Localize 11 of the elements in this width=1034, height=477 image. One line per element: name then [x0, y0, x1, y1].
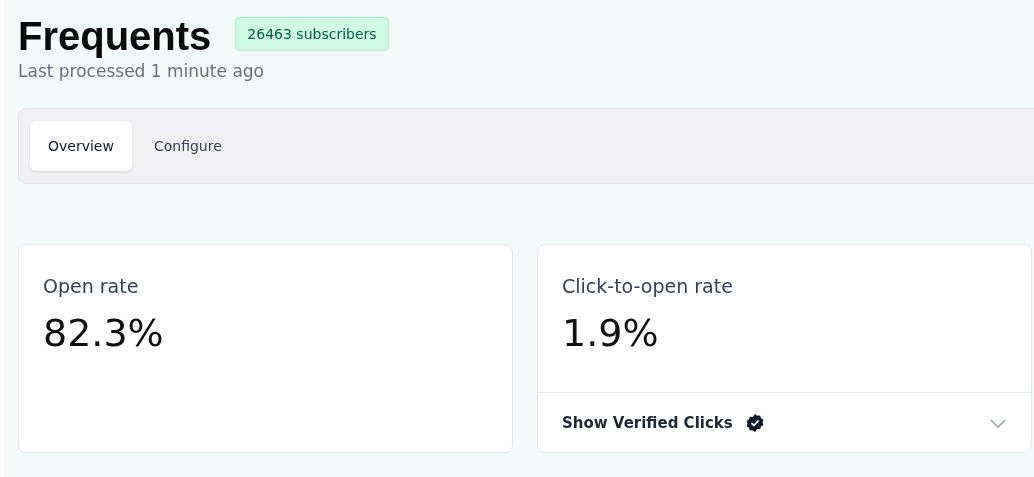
stat-label: Open rate	[43, 275, 140, 297]
stat-label: Click-to-open rate	[562, 275, 734, 297]
stat-value: 82.3%	[43, 311, 165, 355]
page-title: Frequents	[18, 14, 212, 59]
verified-clicks-label[interactable]: Show Verified Clicks	[562, 413, 733, 432]
verified-badge-icon	[744, 412, 765, 433]
stat-value: 1.9%	[562, 311, 660, 355]
subscriber-badge: 26463 subscribers	[235, 16, 389, 51]
tab[interactable]: Configure	[135, 121, 240, 171]
last-processed-text: Last processed 1 minute ago	[18, 61, 265, 81]
tab[interactable]: Overview	[30, 121, 132, 171]
